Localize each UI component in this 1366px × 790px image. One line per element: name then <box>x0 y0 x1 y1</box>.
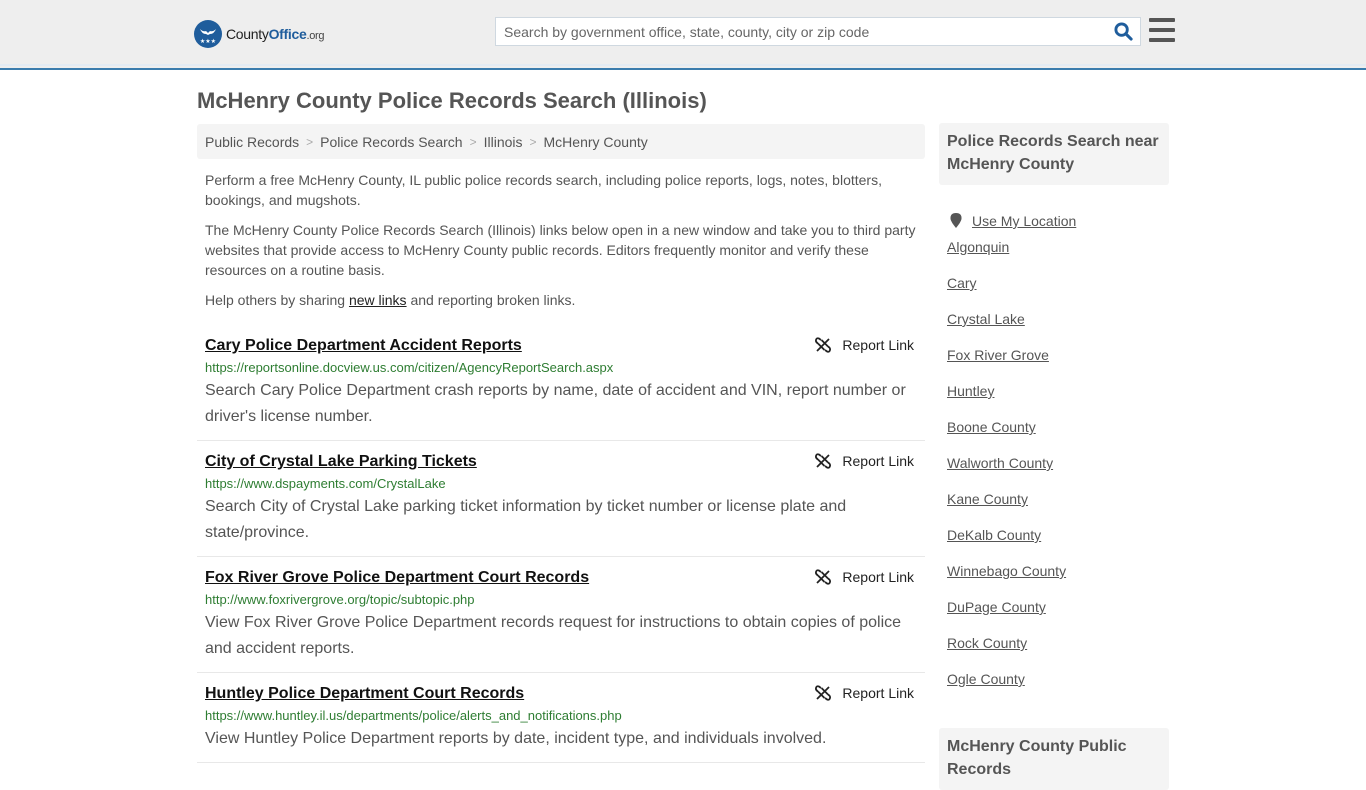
report-link-label: Report Link <box>842 453 914 469</box>
result-title-link[interactable]: Huntley Police Department Court Records <box>205 683 524 705</box>
report-link-label: Report Link <box>842 337 914 353</box>
sidebar: Police Records Search near McHenry Count… <box>939 123 1169 790</box>
report-link-label: Report Link <box>842 685 914 701</box>
report-link-label: Report Link <box>842 569 914 585</box>
sidebar-item-dupage-county: DuPage County <box>947 599 1161 635</box>
site-logo[interactable]: ★★★ CountyOffice.org <box>194 20 325 48</box>
sidebar-item-crystal-lake: Crystal Lake <box>947 311 1161 347</box>
broken-link-icon <box>815 337 832 353</box>
result-title-link[interactable]: Cary Police Department Accident Reports <box>205 335 522 357</box>
broken-link-icon <box>815 685 832 701</box>
result-url: http://www.foxrivergrove.org/topic/subto… <box>205 592 475 607</box>
report-link-button[interactable]: Report Link <box>815 569 914 585</box>
site-header: ★★★ CountyOffice.org <box>0 0 1366 70</box>
sidebar-item-fox-river-grove: Fox River Grove <box>947 347 1161 383</box>
intro-paragraph: The McHenry County Police Records Search… <box>205 222 916 278</box>
sidebar-link[interactable]: Kane County <box>947 491 1028 507</box>
search-button[interactable] <box>1106 18 1140 45</box>
breadcrumb-public-records[interactable]: Public Records <box>205 134 299 150</box>
svg-text:★★★: ★★★ <box>200 38 216 45</box>
menu-icon-bar <box>1149 18 1175 22</box>
sidebar-item-ogle-county: Ogle County <box>947 671 1161 707</box>
breadcrumb-separator: > <box>469 134 477 149</box>
report-link-button[interactable]: Report Link <box>815 685 914 701</box>
logo-text: CountyOffice.org <box>226 26 325 42</box>
sidebar-link[interactable]: DuPage County <box>947 599 1046 615</box>
breadcrumb: Public Records > Police Records Search >… <box>197 124 925 159</box>
intro-paragraph: Perform a free McHenry County, IL public… <box>205 172 882 208</box>
sidebar-link[interactable]: Rock County <box>947 635 1027 651</box>
main-content: Public Records > Police Records Search >… <box>197 124 925 763</box>
result-item: Fox River Grove Police Department Court … <box>197 557 925 673</box>
sidebar-link[interactable]: DeKalb County <box>947 527 1041 543</box>
sidebar-item-algonquin: Algonquin <box>947 239 1161 275</box>
search-bar <box>495 17 1141 46</box>
sidebar-item-huntley: Huntley <box>947 383 1161 419</box>
sidebar-link[interactable]: Crystal Lake <box>947 311 1025 327</box>
search-icon <box>1113 22 1133 41</box>
sidebar-item-winnebago-county: Winnebago County <box>947 563 1161 599</box>
eagle-logo-icon: ★★★ <box>194 20 222 48</box>
result-description: Search City of Crystal Lake parking tick… <box>205 498 847 541</box>
broken-link-icon <box>815 453 832 469</box>
result-description: Search Cary Police Department crash repo… <box>205 382 906 425</box>
report-link-button[interactable]: Report Link <box>815 337 914 353</box>
sidebar-item-rock-county: Rock County <box>947 635 1161 671</box>
result-url: https://reportsonline.docview.us.com/cit… <box>205 360 614 375</box>
sidebar-item-walworth-county: Walworth County <box>947 455 1161 491</box>
broken-link-icon <box>815 569 832 585</box>
result-url: https://www.dspayments.com/CrystalLake <box>205 476 446 491</box>
search-input[interactable] <box>496 18 1106 45</box>
map-pin-icon <box>950 213 962 228</box>
new-links-link[interactable]: new links <box>349 292 407 308</box>
result-title-link[interactable]: City of Crystal Lake Parking Tickets <box>205 451 477 473</box>
share-links-paragraph: Help others by sharing new links and rep… <box>205 292 576 308</box>
sidebar-link[interactable]: Cary <box>947 275 977 291</box>
sidebar-heading: Police Records Search near McHenry Count… <box>939 123 1169 185</box>
results-list: Cary Police Department Accident Reports … <box>197 330 925 763</box>
menu-icon-bar <box>1149 38 1175 42</box>
sidebar-item-cary: Cary <box>947 275 1161 311</box>
sidebar-link[interactable]: Walworth County <box>947 455 1053 471</box>
page-title: McHenry County Police Records Search (Il… <box>197 88 707 113</box>
result-item: City of Crystal Lake Parking Tickets Rep… <box>197 441 925 557</box>
use-my-location-link[interactable]: Use My Location <box>972 213 1076 229</box>
result-item: Huntley Police Department Court Records … <box>197 673 925 763</box>
breadcrumb-police-records-search[interactable]: Police Records Search <box>320 134 462 150</box>
sidebar-link[interactable]: Fox River Grove <box>947 347 1049 363</box>
sidebar-link[interactable]: Winnebago County <box>947 563 1066 579</box>
report-link-button[interactable]: Report Link <box>815 453 914 469</box>
result-item: Cary Police Department Accident Reports … <box>197 330 925 441</box>
sidebar-link[interactable]: Huntley <box>947 383 994 399</box>
breadcrumb-illinois[interactable]: Illinois <box>484 134 523 150</box>
sidebar-item-dekalb-county: DeKalb County <box>947 527 1161 563</box>
hamburger-menu-button[interactable] <box>1149 18 1175 42</box>
sidebar-item-kane-county: Kane County <box>947 491 1161 527</box>
sidebar-link[interactable]: Ogle County <box>947 671 1025 687</box>
sidebar-heading-public-records: McHenry County Public Records <box>939 728 1169 790</box>
breadcrumb-current: McHenry County <box>543 133 648 150</box>
result-description: View Huntley Police Department reports b… <box>205 730 827 747</box>
menu-icon-bar <box>1149 28 1175 32</box>
nearby-links-list: Use My Location Algonquin Cary Crystal L… <box>939 185 1169 707</box>
sidebar-link[interactable]: Algonquin <box>947 239 1009 255</box>
sidebar-link[interactable]: Boone County <box>947 419 1036 435</box>
intro-text: Perform a free McHenry County, IL public… <box>197 170 925 310</box>
breadcrumb-separator: > <box>529 134 537 149</box>
result-description: View Fox River Grove Police Department r… <box>205 614 902 657</box>
result-title-link[interactable]: Fox River Grove Police Department Court … <box>205 567 589 589</box>
result-url: https://www.huntley.il.us/departments/po… <box>205 708 622 723</box>
use-my-location-item: Use My Location <box>947 203 1161 239</box>
breadcrumb-separator: > <box>306 134 314 149</box>
sidebar-item-boone-county: Boone County <box>947 419 1161 455</box>
